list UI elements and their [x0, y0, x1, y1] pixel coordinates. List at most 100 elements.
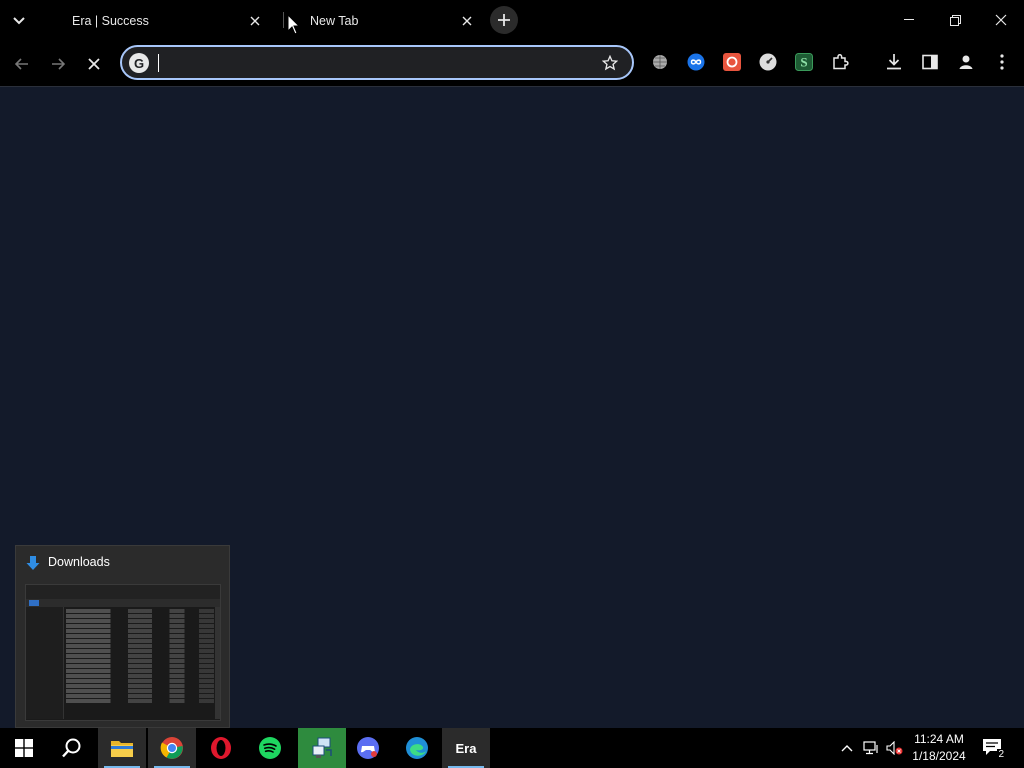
download-arrow-icon: [26, 556, 40, 570]
era-app-label: Era: [455, 740, 477, 756]
bookmark-star-button[interactable]: [600, 53, 620, 73]
close-window-button[interactable]: [978, 6, 1024, 34]
close-icon: [462, 16, 472, 26]
infinity-icon: [687, 53, 705, 71]
taskbar-chrome[interactable]: [148, 728, 196, 768]
windows-taskbar: Era 11:24 AM 1/18/2024 2: [0, 728, 1024, 768]
stop-loading-button[interactable]: [81, 51, 107, 77]
thumbnail-row: [66, 639, 214, 643]
thumbnail-file-tab: [29, 600, 39, 606]
taskbar-file-explorer[interactable]: [98, 728, 146, 768]
profile-button[interactable]: [956, 52, 976, 72]
tab-strip: Era | Success New Tab: [0, 0, 1024, 41]
thumbnail-row: [66, 699, 214, 703]
tab-era-success[interactable]: Era | Success: [72, 6, 262, 36]
taskbar-opera[interactable]: [197, 728, 245, 768]
address-bar[interactable]: G: [120, 45, 634, 80]
minimize-button[interactable]: [886, 6, 932, 34]
search-button[interactable]: [48, 728, 96, 768]
red-circle-extension-icon[interactable]: [722, 52, 742, 72]
tab-close-button[interactable]: [460, 14, 474, 28]
close-icon: [250, 16, 260, 26]
edge-icon: [406, 737, 428, 759]
s-letter-icon: S: [795, 53, 813, 71]
minimize-icon: [904, 19, 914, 20]
volume-muted-icon: [886, 741, 903, 755]
taskbar-thumbnail-preview[interactable]: Downloads: [15, 545, 230, 728]
start-button[interactable]: [0, 728, 48, 768]
network-computer-icon: [312, 737, 332, 758]
tab-search-button[interactable]: [8, 10, 30, 32]
taskbar-era-app[interactable]: Era: [442, 728, 490, 768]
taskbar-gamepad-app[interactable]: [344, 728, 392, 768]
preview-window-thumbnail: [25, 584, 221, 721]
address-input[interactable]: [156, 52, 586, 74]
globe-extension-icon[interactable]: [650, 52, 670, 72]
gamepad-icon: [357, 737, 379, 759]
s-extension-icon[interactable]: S: [794, 52, 814, 72]
browser-toolbar: G S: [0, 41, 1024, 86]
taskbar-remote-app[interactable]: [298, 728, 346, 768]
forward-button[interactable]: [45, 51, 71, 77]
download-icon: [887, 54, 901, 70]
thumbnail-row: [66, 664, 214, 668]
tab-close-button[interactable]: [248, 14, 262, 28]
infinity-extension-icon[interactable]: [686, 52, 706, 72]
chrome-icon: [160, 737, 183, 759]
thumbnail-row: [66, 694, 214, 698]
thumbnail-row: [66, 679, 214, 683]
notification-count: 2: [997, 749, 1005, 760]
volume-button[interactable]: [886, 738, 904, 758]
thumbnail-row: [66, 684, 214, 688]
record-icon: [723, 53, 741, 71]
tab-new-tab[interactable]: New Tab: [310, 6, 475, 36]
avatar-icon: [959, 55, 973, 69]
thumbnail-ribbon: [26, 599, 220, 607]
close-icon: [995, 14, 1007, 26]
thumbnail-row: [66, 609, 214, 613]
tab-title: Era | Success: [72, 14, 149, 28]
preview-title: Downloads: [48, 555, 110, 569]
chevron-up-icon: [841, 745, 853, 752]
side-panel-button[interactable]: [920, 52, 940, 72]
speed-extension-icon[interactable]: [758, 52, 778, 72]
tab-title: New Tab: [310, 14, 359, 28]
side-panel-icon: [922, 54, 938, 70]
more-vert-icon: [1000, 54, 1004, 70]
folder-icon: [111, 741, 133, 757]
notification-center-button[interactable]: 2: [982, 738, 1006, 760]
show-hidden-icons-button[interactable]: [838, 738, 856, 758]
thumbnail-row: [66, 629, 214, 633]
text-caret: [158, 54, 159, 72]
network-button[interactable]: [862, 738, 880, 758]
thumbnail-file-list: [66, 609, 214, 704]
thumbnail-titlebar: [26, 585, 220, 599]
thumbnail-row: [66, 624, 214, 628]
thumbnail-sidebar: [26, 607, 64, 719]
search-icon: [62, 738, 81, 758]
extensions-button[interactable]: [830, 52, 850, 72]
star-icon: [602, 55, 618, 71]
thumbnail-row: [66, 614, 214, 618]
restore-button[interactable]: [932, 6, 978, 34]
downloads-button[interactable]: [884, 52, 904, 72]
windows-logo-icon: [15, 739, 33, 757]
plus-icon: [498, 14, 510, 26]
restore-icon: [949, 14, 961, 26]
arrow-right-icon: [52, 58, 65, 70]
spotify-icon: [259, 737, 281, 759]
menu-button[interactable]: [992, 52, 1012, 72]
back-button[interactable]: [9, 51, 35, 77]
taskbar-spotify[interactable]: [246, 728, 294, 768]
taskbar-edge[interactable]: [393, 728, 441, 768]
network-icon: [863, 741, 878, 755]
system-clock[interactable]: 11:24 AM 1/18/2024: [904, 731, 974, 765]
new-tab-button[interactable]: [490, 6, 518, 34]
thumbnail-row: [66, 619, 214, 623]
thumbnail-row: [66, 659, 214, 663]
tab-separator: [283, 12, 284, 28]
globe-icon: [653, 55, 667, 69]
thumbnail-row: [66, 649, 214, 653]
svg-text:S: S: [800, 55, 807, 70]
google-g-icon: G: [129, 53, 149, 73]
